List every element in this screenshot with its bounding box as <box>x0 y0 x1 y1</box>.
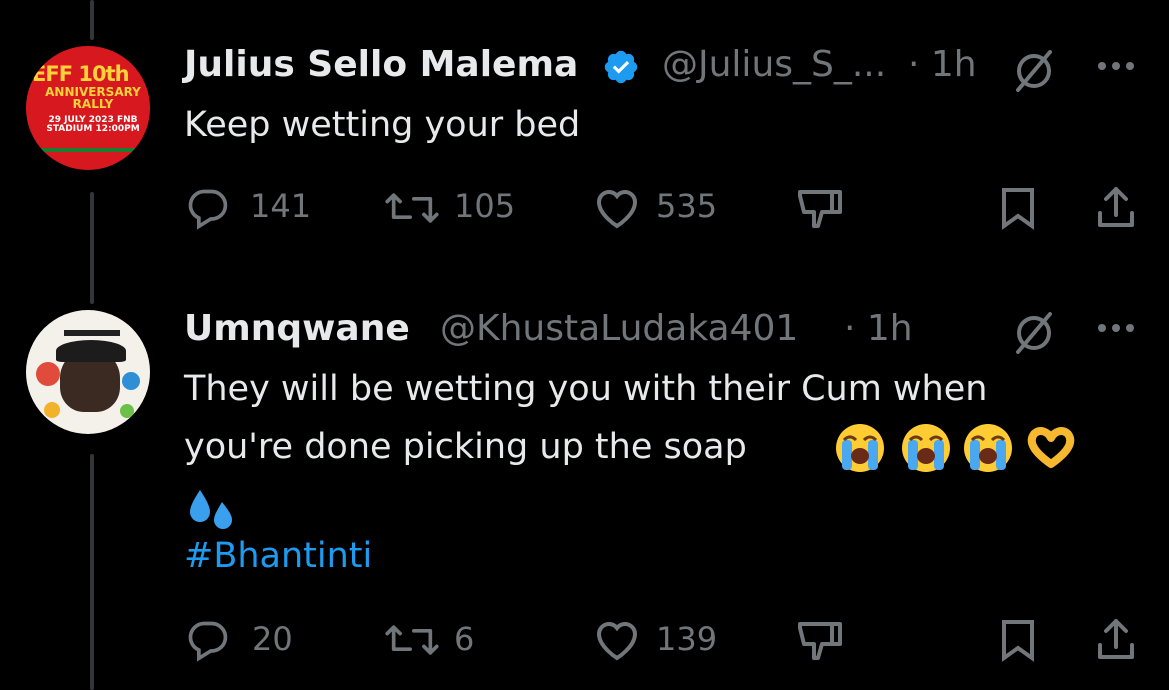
handle[interactable]: @Julius_S_... <box>662 44 886 85</box>
dislike-icon[interactable] <box>796 186 844 230</box>
loudly-crying-face-emoji <box>902 424 950 472</box>
thread-line-bottom <box>90 454 94 690</box>
reply-icon[interactable] <box>186 618 230 662</box>
timestamp[interactable]: · 1h <box>908 44 977 85</box>
avatar-cap <box>56 340 126 362</box>
avatar-text-subtitle: ANNIVERSARY RALLY <box>45 85 141 111</box>
display-name[interactable]: Umnqwane <box>184 308 410 349</box>
loudly-crying-face-emoji <box>836 424 884 472</box>
like-icon[interactable] <box>592 186 642 230</box>
tweet-text-line-2: you're done picking up the soap <box>184 427 747 467</box>
more-icon[interactable] <box>1094 56 1138 76</box>
avatar-decoration <box>36 362 60 386</box>
dislike-icon[interactable] <box>796 618 844 662</box>
tweet-text: Keep wetting your bed <box>184 105 581 145</box>
reply-icon[interactable] <box>186 186 230 230</box>
display-name[interactable]: Julius Sello Malema <box>184 44 578 85</box>
avatar-decoration <box>44 402 60 418</box>
like-count: 139 <box>656 620 718 658</box>
reply-count: 20 <box>252 620 293 658</box>
like-icon[interactable] <box>592 618 642 662</box>
avatar[interactable]: EFF 10th ANNIVERSARY RALLY 29 JULY 2023 … <box>26 46 150 170</box>
thread-line-middle <box>90 192 94 304</box>
share-icon[interactable] <box>1096 616 1136 662</box>
avatar-decoration <box>64 330 120 336</box>
avatar-text-title: EFF 10th <box>32 62 130 86</box>
retweet-count: 105 <box>454 187 516 225</box>
reply-count: 141 <box>250 187 312 225</box>
timestamp[interactable]: · 1h <box>844 308 913 349</box>
grok-slash-icon[interactable] <box>1012 310 1056 354</box>
verified-badge-icon <box>604 50 638 84</box>
retweet-icon[interactable] <box>384 618 440 662</box>
retweet-count: 6 <box>454 620 475 658</box>
sweat-droplets-emoji <box>190 490 232 529</box>
tweet-text-line-1: They will be wetting you with their Cum … <box>184 369 988 409</box>
avatar-text-date: 29 JULY 2023 FNB STADIUM 12:00PM <box>46 115 140 134</box>
bookmark-icon[interactable] <box>1000 186 1036 230</box>
bookmark-icon[interactable] <box>1000 618 1036 662</box>
heart-hands-emoji <box>1027 427 1075 468</box>
thread-line-top <box>90 0 94 40</box>
like-count: 535 <box>656 187 718 225</box>
hashtag-link[interactable]: #Bhantinti <box>184 536 372 576</box>
loudly-crying-face-emoji <box>964 424 1012 472</box>
retweet-icon[interactable] <box>384 186 440 230</box>
avatar-decoration <box>122 372 140 390</box>
share-icon[interactable] <box>1096 184 1136 230</box>
avatar[interactable] <box>26 310 150 434</box>
avatar-stripe <box>40 148 144 152</box>
avatar-decoration <box>120 404 134 418</box>
grok-slash-icon[interactable] <box>1012 48 1056 92</box>
more-icon[interactable] <box>1094 318 1138 338</box>
handle[interactable]: @KhustaLudaka401 <box>440 308 798 349</box>
